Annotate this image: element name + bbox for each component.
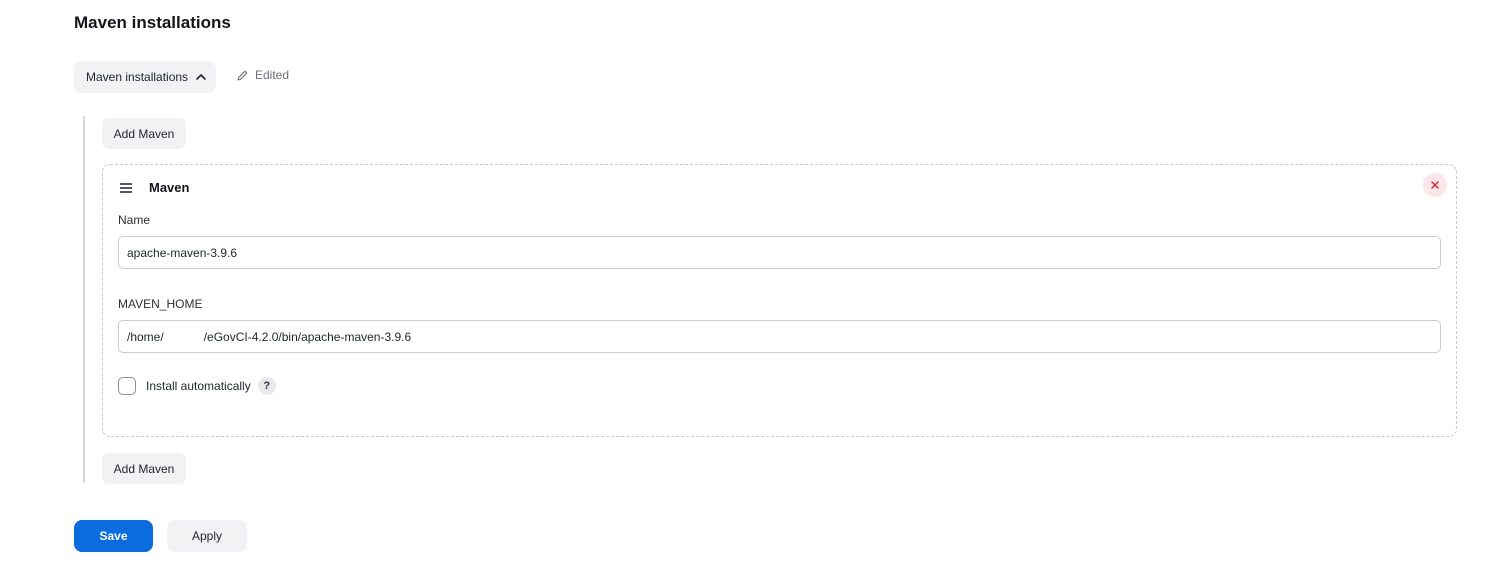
toggle-label: Maven installations [86,70,189,84]
name-field[interactable] [118,236,1441,269]
apply-button[interactable]: Apply [167,520,247,552]
maven-installation-card: Maven Name MAVEN_HOME Install automatica… [102,164,1457,437]
chevron-up-icon [196,74,206,80]
section-title: Maven installations [74,13,231,32]
help-icon[interactable]: ? [257,377,276,395]
add-maven-button[interactable]: Add Maven [102,118,186,149]
card-header: Maven [119,180,189,195]
maven-home-label: MAVEN_HOME [118,297,203,311]
install-automatically-row: Install automatically ? [118,377,276,395]
install-automatically-checkbox[interactable] [118,377,136,395]
section-divider [83,116,85,483]
remove-installation-button[interactable] [1423,173,1447,197]
name-label: Name [118,213,151,227]
edited-label: Edited [255,68,290,82]
edited-status: Edited [236,68,289,82]
install-automatically-label: Install automatically [146,379,251,393]
installation-title: Maven [149,180,190,195]
maven-home-field[interactable] [118,320,1441,353]
close-icon [1431,181,1439,189]
add-maven-button-bottom[interactable]: Add Maven [102,453,186,484]
pencil-icon [237,70,248,81]
maven-installations-page: Maven installations Maven installations … [0,0,1502,573]
maven-installations-toggle-button[interactable]: Maven installations [74,61,216,93]
drag-handle-icon[interactable] [119,182,133,194]
save-button[interactable]: Save [74,520,153,552]
